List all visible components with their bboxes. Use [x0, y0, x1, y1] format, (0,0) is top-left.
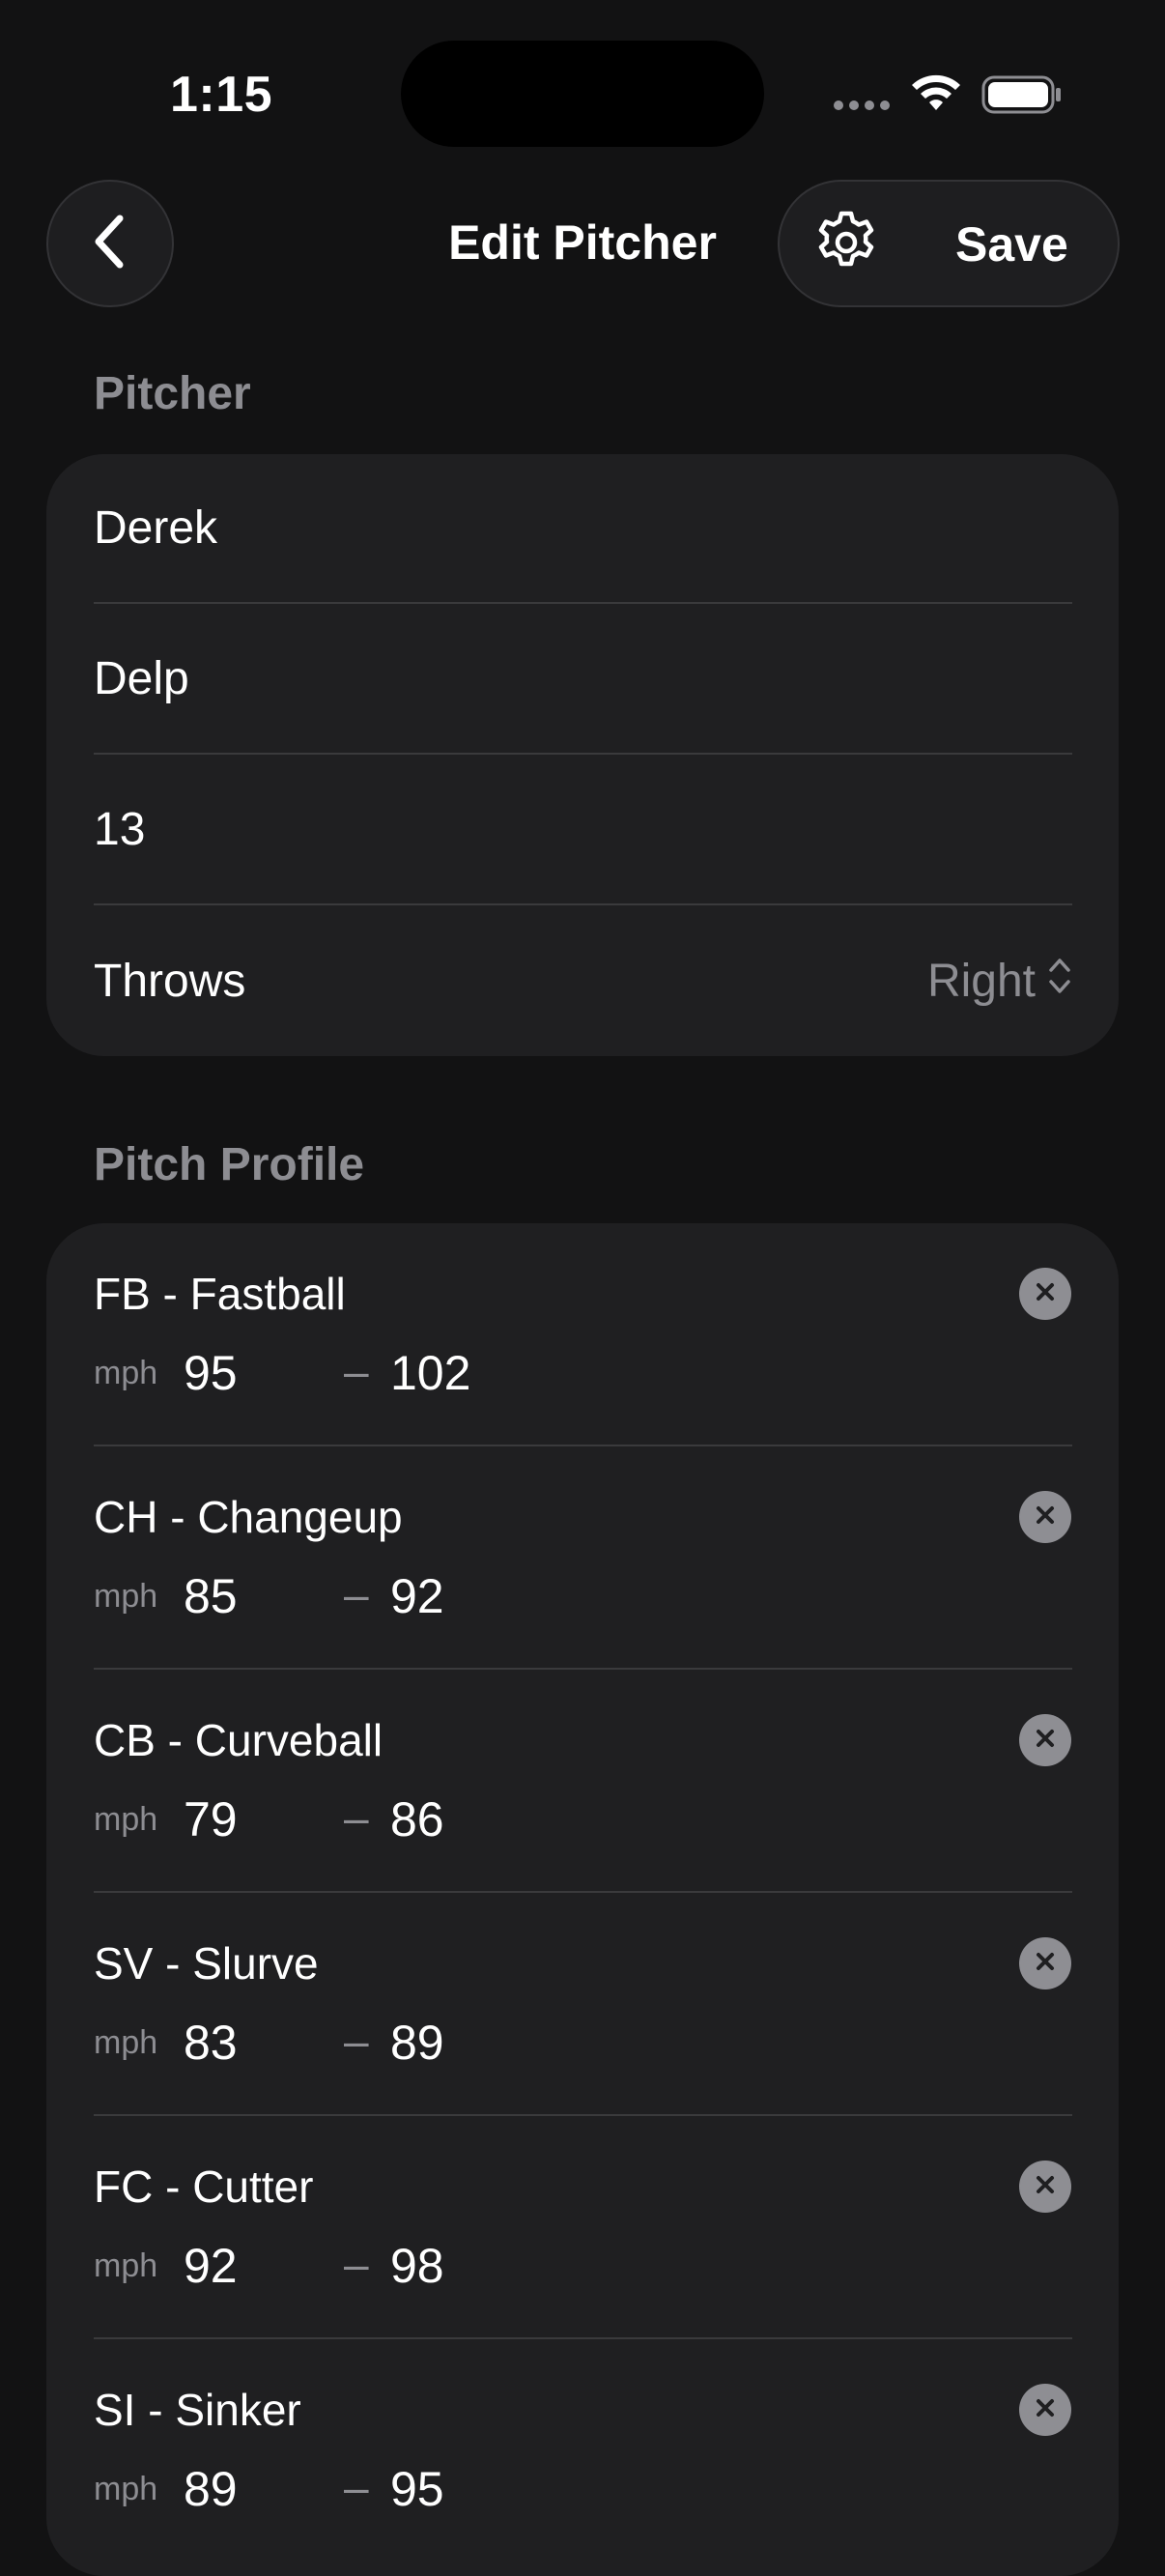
- max-velocity-field[interactable]: 92: [390, 1568, 444, 1624]
- pitcher-card: Throws Right: [46, 454, 1119, 1056]
- mph-unit-label: mph: [94, 2247, 158, 2284]
- max-velocity-field[interactable]: 95: [390, 2461, 444, 2517]
- mph-unit-label: mph: [94, 1801, 158, 1838]
- last-name-row: [94, 605, 1072, 755]
- remove-pitch-button[interactable]: [1019, 2384, 1071, 2436]
- chevron-left-icon: [91, 213, 129, 275]
- first-name-row: [94, 454, 1072, 604]
- battery-icon: [981, 75, 1063, 119]
- settings-button[interactable]: [809, 207, 884, 282]
- status-bar: 1:15: [0, 0, 1165, 184]
- close-icon: [1034, 1503, 1057, 1531]
- max-velocity-field[interactable]: 89: [390, 2015, 444, 2071]
- dynamic-island: [401, 41, 764, 147]
- pitch-name: FB - Fastball: [94, 1269, 346, 1319]
- mph-unit-label: mph: [94, 2471, 158, 2507]
- pitch-name: SI - Sinker: [94, 2385, 301, 2435]
- gear-icon: [811, 208, 881, 282]
- remove-pitch-button[interactable]: [1019, 1714, 1071, 1766]
- jersey-number-field[interactable]: [94, 803, 1072, 856]
- throws-label: Throws: [94, 956, 246, 1007]
- min-velocity-field[interactable]: 92: [184, 2238, 238, 2294]
- throws-row: Throws Right: [94, 906, 1072, 1056]
- section-header-pitcher: Pitcher: [94, 368, 251, 419]
- pitch-row: SV - Slurve mph 83 – 89: [46, 1893, 1119, 2116]
- range-dash: –: [344, 1346, 369, 1396]
- min-velocity-field[interactable]: 79: [184, 1791, 238, 1847]
- pitch-name: SV - Slurve: [94, 1938, 319, 1989]
- range-dash: –: [344, 1792, 369, 1843]
- max-velocity-field[interactable]: 86: [390, 1791, 444, 1847]
- pitch-row: FB - Fastball mph 95 – 102: [46, 1223, 1119, 1446]
- min-velocity-field[interactable]: 89: [184, 2461, 238, 2517]
- pitch-row: CH - Changeup mph 85 – 92: [46, 1446, 1119, 1670]
- nav-actions-group: Save: [778, 180, 1120, 307]
- chevron-up-down-icon: [1047, 955, 1072, 1009]
- close-icon: [1034, 2396, 1057, 2424]
- mph-unit-label: mph: [94, 1355, 158, 1391]
- pitch-name: CH - Changeup: [94, 1492, 403, 1542]
- close-icon: [1034, 2173, 1057, 2201]
- range-dash: –: [344, 2462, 369, 2512]
- throws-value: Right: [926, 956, 1036, 1007]
- last-name-field[interactable]: [94, 652, 1072, 705]
- pitch-name: CB - Curveball: [94, 1715, 384, 1765]
- close-icon: [1034, 1280, 1057, 1308]
- close-icon: [1034, 1950, 1057, 1978]
- pitch-name: FC - Cutter: [94, 2161, 314, 2212]
- page-title: Edit Pitcher: [448, 215, 717, 270]
- range-dash: –: [344, 2239, 369, 2289]
- close-icon: [1034, 1727, 1057, 1755]
- pitch-row: SI - Sinker mph 89 – 95: [46, 2339, 1119, 2562]
- status-time: 1:15: [170, 67, 273, 123]
- pitch-profile-card: FB - Fastball mph 95 – 102 CH - Changeup…: [46, 1223, 1119, 2576]
- back-button[interactable]: [46, 180, 174, 307]
- number-row: [94, 756, 1072, 905]
- remove-pitch-button[interactable]: [1019, 1491, 1071, 1543]
- save-button[interactable]: Save: [955, 216, 1068, 272]
- wifi-icon: [908, 73, 964, 119]
- mph-unit-label: mph: [94, 2024, 158, 2061]
- max-velocity-field[interactable]: 98: [390, 2238, 444, 2294]
- mph-unit-label: mph: [94, 1578, 158, 1615]
- throws-picker[interactable]: Right: [927, 955, 1072, 1009]
- pitch-row: CB - Curveball mph 79 – 86: [46, 1670, 1119, 1893]
- remove-pitch-button[interactable]: [1019, 1268, 1071, 1320]
- pitch-row: FC - Cutter mph 92 – 98: [46, 2116, 1119, 2339]
- section-header-pitch-profile: Pitch Profile: [94, 1139, 365, 1190]
- remove-pitch-button[interactable]: [1019, 2161, 1071, 2213]
- first-name-field[interactable]: [94, 501, 1072, 555]
- range-dash: –: [344, 1569, 369, 1619]
- range-dash: –: [344, 2016, 369, 2066]
- min-velocity-field[interactable]: 95: [184, 1345, 238, 1401]
- remove-pitch-button[interactable]: [1019, 1937, 1071, 1989]
- max-velocity-field[interactable]: 102: [390, 1345, 470, 1401]
- min-velocity-field[interactable]: 83: [184, 2015, 238, 2071]
- cellular-signal-icon: [833, 99, 893, 116]
- min-velocity-field[interactable]: 85: [184, 1568, 238, 1624]
